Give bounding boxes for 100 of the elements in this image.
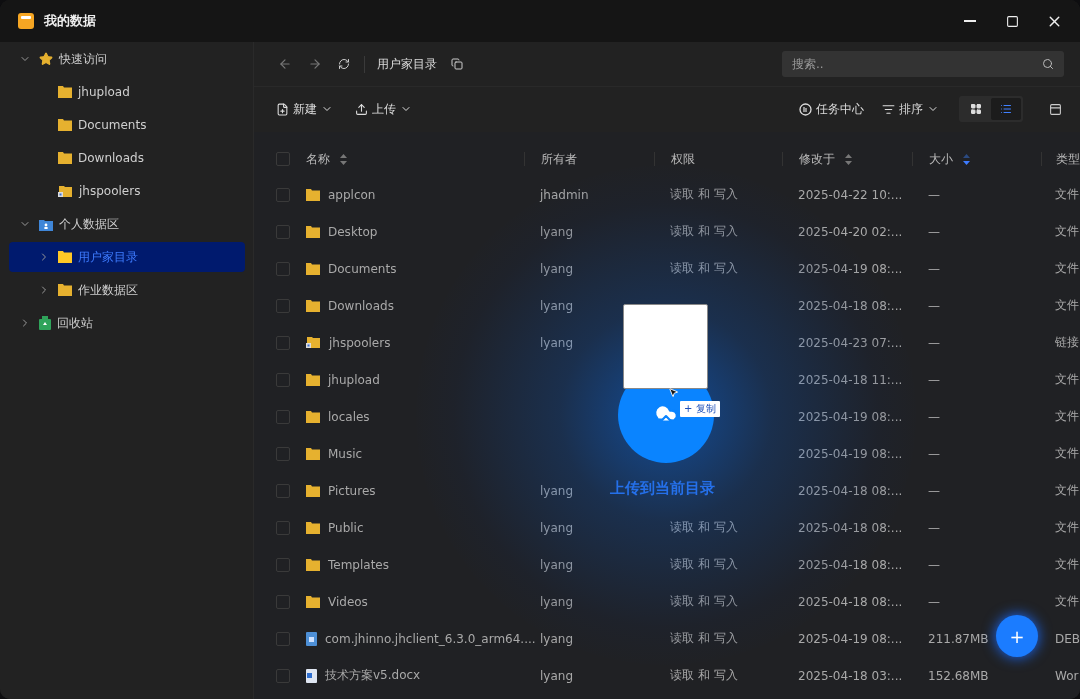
upload-button[interactable]: 上传 [355, 100, 412, 118]
maximize-icon [1005, 14, 1019, 28]
permission-cell: 读取 和 写入 [670, 519, 738, 536]
row-checkbox[interactable] [276, 594, 290, 609]
modified-cell: 2025-04-18 08:... [798, 520, 903, 535]
refresh-button[interactable] [336, 56, 352, 72]
permission-cell: 读取 和 写入 [670, 260, 738, 277]
row-checkbox[interactable] [276, 224, 290, 239]
add-button[interactable]: + [996, 615, 1038, 657]
sidebar-item[interactable]: jhupload [9, 77, 245, 107]
sidebar-item[interactable]: 作业数据区 [9, 275, 245, 305]
owner-cell: lyang [540, 298, 573, 313]
column-header[interactable]: 类型 [1056, 150, 1080, 168]
package-file-icon [306, 631, 317, 646]
type-cell: 文件 [1055, 593, 1079, 610]
size-cell: — [928, 520, 940, 535]
row-checkbox[interactable] [276, 483, 290, 498]
modified-cell: 2025-04-18 08:... [798, 298, 903, 313]
mouse-cursor-icon [668, 387, 679, 398]
row-checkbox[interactable] [276, 631, 290, 646]
owner-cell: lyang [540, 483, 573, 498]
column-header[interactable]: 大小 [929, 150, 953, 168]
permission-cell: 读取 和 写入 [670, 593, 738, 610]
list-view-button[interactable] [991, 98, 1021, 120]
owner-cell: lyang [540, 520, 573, 535]
search-field[interactable]: 搜索.. [782, 51, 1064, 77]
column-header[interactable]: 修改于 [799, 150, 835, 168]
row-checkbox[interactable] [276, 187, 290, 202]
file-name[interactable]: jhspoolers [329, 335, 391, 350]
file-name[interactable]: Documents [328, 261, 397, 276]
sidebar-item[interactable]: Documents [9, 110, 245, 140]
sidebar-item[interactable]: 回收站 [9, 308, 245, 338]
modified-cell: 2025-04-19 08:... [798, 446, 903, 461]
row-checkbox[interactable] [276, 409, 290, 424]
column-header[interactable]: 权限 [671, 150, 695, 168]
size-cell: — [928, 298, 940, 313]
drop-zone-label: 上传到当前目录 [610, 479, 715, 498]
file-name[interactable]: Videos [328, 594, 368, 609]
folder-icon [306, 299, 320, 312]
file-name[interactable]: Desktop [328, 224, 378, 239]
file-name[interactable]: locales [328, 409, 370, 424]
file-name[interactable]: applcon [328, 187, 376, 202]
sidebar-item[interactable]: 快速访问 [9, 44, 245, 74]
file-name[interactable]: Pictures [328, 483, 376, 498]
sort-descending-icon[interactable] [963, 153, 970, 165]
app-icon [18, 13, 34, 29]
file-name[interactable]: 技术方案v5.docx [325, 667, 421, 684]
folder-user-icon [39, 217, 53, 231]
column-header[interactable]: 所有者 [541, 150, 577, 168]
folder-shortcut-icon [58, 184, 73, 198]
copy-path-button[interactable] [449, 56, 465, 72]
folder-icon [306, 410, 320, 423]
folder-icon [58, 86, 72, 98]
modified-cell: 2025-04-18 11:... [798, 372, 903, 387]
modified-cell: 2025-04-19 08:... [798, 631, 903, 646]
file-name[interactable]: com.jhinno.jhclient_6.3.0_arm64.... [325, 631, 536, 646]
folder-icon [58, 152, 72, 164]
row-checkbox[interactable] [276, 372, 290, 387]
sort-lines-icon [882, 102, 895, 116]
owner-cell: lyang [540, 668, 573, 683]
row-checkbox[interactable] [276, 520, 290, 535]
type-cell: 文件 [1055, 371, 1079, 388]
file-name[interactable]: Templates [328, 557, 389, 572]
folder-icon [306, 188, 320, 201]
type-cell: 文件 [1055, 482, 1079, 499]
owner-cell: lyang [540, 261, 573, 276]
folder-icon [306, 595, 320, 608]
type-cell: 文件 [1055, 445, 1079, 462]
type-cell: 文件 [1055, 260, 1079, 277]
size-cell: — [928, 187, 940, 202]
row-checkbox[interactable] [276, 668, 290, 683]
sort-button[interactable]: 排序 [882, 100, 939, 118]
file-name[interactable]: Downloads [328, 298, 394, 313]
folder-icon [306, 558, 320, 571]
sidebar-item[interactable]: jhspoolers [9, 176, 245, 206]
file-name[interactable]: Public [328, 520, 364, 535]
file-name[interactable]: jhupload [328, 372, 380, 387]
owner-cell: lyang [540, 224, 573, 239]
sidebar-item[interactable]: 个人数据区 [9, 209, 245, 239]
column-header[interactable]: 名称 [306, 150, 330, 168]
sort-icon[interactable] [340, 153, 347, 165]
new-button[interactable]: 新建 [276, 100, 333, 118]
file-name[interactable]: Music [328, 446, 363, 461]
row-checkbox[interactable] [276, 446, 290, 461]
row-checkbox[interactable] [276, 557, 290, 572]
row-checkbox[interactable] [276, 261, 290, 276]
folder-icon [306, 262, 320, 275]
task-center-button[interactable]: 任务中心 [799, 100, 864, 118]
row-checkbox[interactable] [276, 335, 290, 350]
sort-icon[interactable] [845, 153, 852, 165]
select-all-checkbox[interactable] [276, 152, 290, 166]
panel-icon [1049, 102, 1062, 116]
sidebar-item[interactable]: 用户家目录 [9, 242, 245, 272]
sidebar-item[interactable]: Downloads [9, 143, 245, 173]
modified-cell: 2025-04-23 07:... [798, 335, 903, 350]
upload-icon [355, 102, 368, 116]
size-cell: — [928, 594, 940, 609]
minimize-icon [964, 20, 976, 22]
modified-cell: 2025-04-19 08:... [798, 261, 903, 276]
row-checkbox[interactable] [276, 298, 290, 313]
